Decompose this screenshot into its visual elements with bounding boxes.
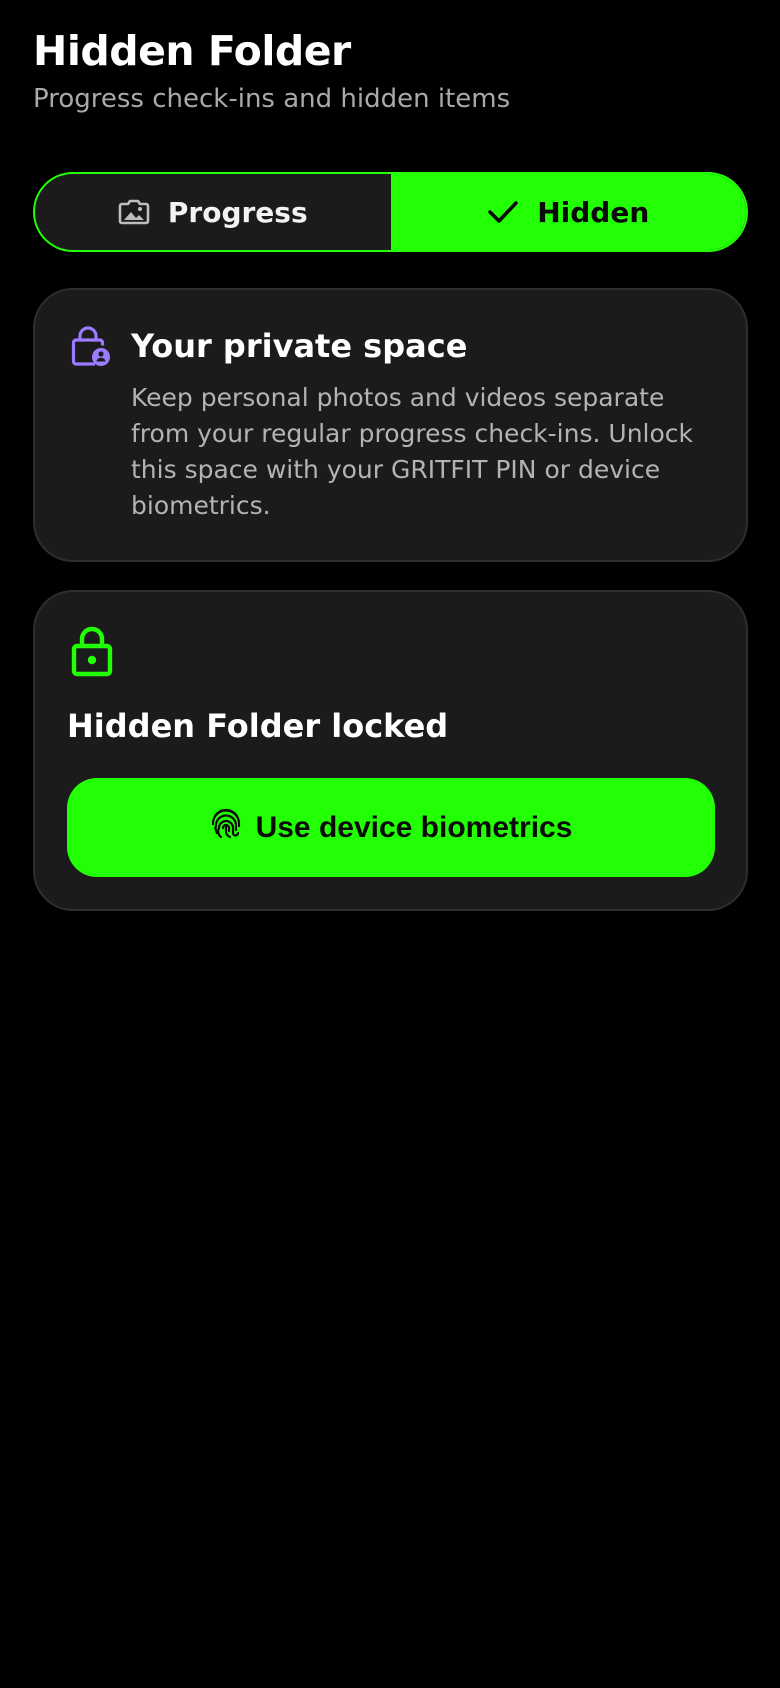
page-subtitle: Progress check-ins and hidden items xyxy=(33,84,511,114)
view-switcher: Progress Hidden xyxy=(33,172,748,252)
private-space-title: Your private space xyxy=(131,327,468,365)
image-icon xyxy=(118,197,150,227)
use-biometrics-button[interactable]: Use device biometrics xyxy=(67,778,715,877)
tab-progress[interactable]: Progress xyxy=(35,174,391,250)
lock-icon xyxy=(71,626,117,680)
private-space-body: Your private space Keep personal photos … xyxy=(131,324,710,524)
private-space-card: Your private space Keep personal photos … xyxy=(33,288,748,562)
check-icon xyxy=(487,199,519,225)
locked-folder-card: Hidden Folder locked Use device biometri… xyxy=(33,590,748,911)
tab-hidden[interactable]: Hidden xyxy=(390,174,746,250)
private-space-description: Keep personal photos and videos separate… xyxy=(131,383,693,520)
header: Hidden Folder Progress check-ins and hid… xyxy=(33,0,747,118)
locked-folder-title: Hidden Folder locked xyxy=(67,707,449,745)
lock-person-icon xyxy=(71,324,111,524)
use-biometrics-label: Use device biometrics xyxy=(255,810,573,844)
hidden-folder-screen: Hidden Folder Progress check-ins and hid… xyxy=(0,0,780,1688)
tab-progress-label: Progress xyxy=(167,195,308,229)
tab-hidden-label: Hidden xyxy=(537,195,650,229)
fingerprint-icon xyxy=(210,807,242,849)
page-title: Hidden Folder xyxy=(33,27,351,75)
